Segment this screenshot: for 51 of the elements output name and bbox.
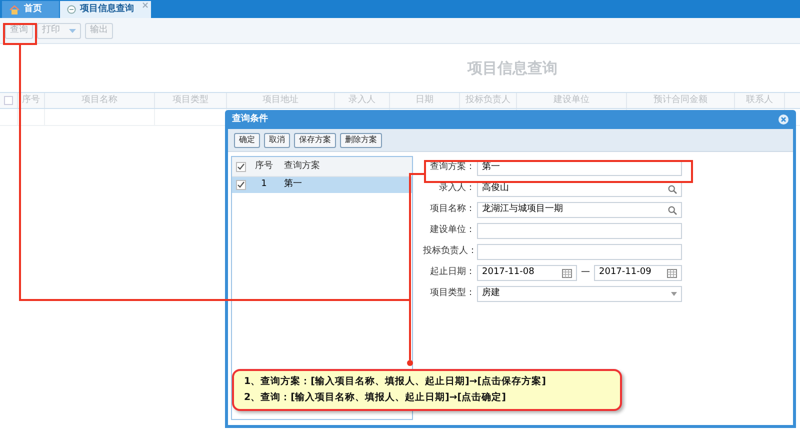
checkbox[interactable]: [236, 162, 246, 172]
field-label: 起止日期：: [429, 266, 475, 280]
field-label: 投标负责人：: [423, 245, 475, 258]
tab[interactable]: 项目信息查询 ×: [60, 1, 151, 18]
connector-dot: [407, 360, 413, 366]
field-label: 录入人：: [438, 182, 475, 196]
input-field[interactable]: 2017-11-08: [477, 265, 577, 281]
search-icon[interactable]: [668, 184, 677, 194]
select-field[interactable]: 房建: [477, 286, 682, 302]
table-cell-text: 第一: [283, 178, 302, 192]
column-header: 项目类型: [155, 93, 227, 108]
column-header: 建设单位: [517, 93, 627, 108]
search-icon[interactable]: [668, 206, 677, 214]
house-icon: [9, 4, 20, 14]
dropdown-caret-icon[interactable]: [671, 292, 677, 296]
callout-text: 1、查询方案：[输入项目名称、填报人、起止日期]→[点击保存方案]: [244, 375, 547, 390]
column-header: 录入人: [335, 93, 390, 108]
calendar-icon[interactable]: [562, 268, 572, 278]
circle-icon: [67, 5, 76, 14]
table-cell-text: 1: [260, 178, 268, 192]
field-label: 项目名称：: [429, 203, 475, 216]
checkbox[interactable]: [4, 96, 13, 105]
field-label: 项目类型：: [429, 287, 475, 300]
column-header: 项目名称: [45, 93, 155, 108]
date-separator: —: [580, 266, 591, 280]
dialog-button[interactable]: 保存方案: [294, 132, 336, 148]
column-header: 序号: [18, 93, 45, 108]
checkbox[interactable]: [236, 180, 246, 190]
input-field[interactable]: 龙湖江与城项目一期: [477, 202, 682, 218]
page-title: 项目信息查询: [468, 58, 558, 79]
input-field[interactable]: [477, 223, 682, 239]
input-field[interactable]: [477, 244, 682, 260]
column-header: 联系人: [735, 93, 785, 108]
callout-text: 2、查询：[输入项目名称、填报人、起止日期]→[点击确定]: [244, 390, 507, 404]
column-header: 项目地址: [227, 93, 335, 108]
field-label: 查询方案：: [429, 161, 475, 174]
dialog-title: 查询条件: [232, 112, 268, 126]
dialog-button[interactable]: 取消: [264, 132, 290, 148]
table-row[interactable]: 1 第一: [232, 177, 412, 193]
dialog-button[interactable]: 确定: [234, 132, 260, 148]
close-icon[interactable]: [778, 114, 789, 125]
column-header: 投标负责人: [460, 93, 517, 108]
column-header: 序号: [254, 160, 274, 173]
input-field[interactable]: 2017-11-09: [594, 265, 682, 281]
field-label: 建设单位：: [429, 224, 475, 238]
column-header: 日期: [390, 93, 460, 108]
highlight-box: [3, 23, 37, 45]
column-header: 预计合同金额: [627, 93, 735, 108]
column-header: 查询方案: [283, 160, 320, 173]
calendar-icon[interactable]: [667, 268, 677, 278]
dialog-button[interactable]: 删除方案: [340, 132, 382, 148]
